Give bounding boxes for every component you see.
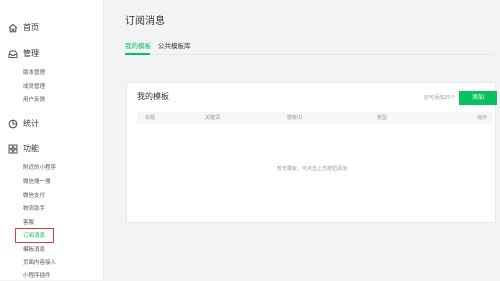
sidebar-item-version[interactable]: 版本管理 xyxy=(23,68,45,78)
templates-card: 我的模板 还可添加25个 添加 标题 关键词 模板ID 类型 操作 暂无模板，可… xyxy=(126,82,497,223)
tab-my-templates[interactable]: 我的模板 xyxy=(125,41,151,51)
sidebar-group-label: 管理 xyxy=(23,49,39,58)
home-icon xyxy=(7,22,18,33)
sidebar-item-stats[interactable]: 统计 xyxy=(0,117,103,131)
sidebar-item-pay[interactable]: 微信支付 xyxy=(23,191,45,201)
page-title: 订阅消息 xyxy=(125,16,165,27)
add-button[interactable]: 添加 xyxy=(459,91,497,105)
sidebar-group-label: 功能 xyxy=(23,144,39,153)
sidebar-item-members[interactable]: 成员管理 xyxy=(23,82,45,92)
sidebar: 首页 管理 版本管理 成员管理 用户反馈 统计 功能 附近的小程序 微信搜一搜 … xyxy=(0,0,104,280)
column-actions: 操作 xyxy=(477,115,488,121)
sidebar-item-logistics[interactable]: 物流助手 xyxy=(23,204,45,214)
sidebar-item-nearby[interactable]: 附近的小程序 xyxy=(23,163,56,173)
tab-public-library[interactable]: 公共模板库 xyxy=(158,41,191,51)
sidebar-item-template[interactable]: 模板消息 xyxy=(23,245,45,255)
sidebar-group-manage[interactable]: 管理 xyxy=(0,47,103,61)
sidebar-item-label: 统计 xyxy=(23,119,39,128)
table-header: 标题 关键词 模板ID 类型 操作 xyxy=(137,112,493,124)
sidebar-item-content[interactable]: 页面内容接入 xyxy=(23,258,56,268)
column-title: 标题 xyxy=(145,115,156,121)
sidebar-item-feedback[interactable]: 用户反馈 xyxy=(23,95,45,105)
card-title: 我的模板 xyxy=(137,92,169,101)
tab-divider xyxy=(125,54,495,55)
sidebar-item-subscribe[interactable]: 订阅消息 xyxy=(23,231,45,241)
column-template-id: 模板ID xyxy=(287,115,303,121)
column-type: 类型 xyxy=(377,115,388,121)
tab-active-underline xyxy=(125,53,150,55)
grid-icon xyxy=(7,143,18,154)
sidebar-item-label: 首页 xyxy=(23,23,39,32)
column-keywords: 关键词 xyxy=(205,115,221,121)
stats-icon xyxy=(7,118,18,129)
sidebar-item-service[interactable]: 客服 xyxy=(23,218,34,228)
inbox-icon xyxy=(7,48,18,59)
sidebar-item-search[interactable]: 微信搜一搜 xyxy=(23,177,51,187)
empty-state: 暂无模板，可点击上方按钮添加 xyxy=(276,166,347,172)
sidebar-group-features[interactable]: 功能 xyxy=(0,142,103,156)
sidebar-item-home[interactable]: 首页 xyxy=(0,21,103,35)
remaining-hint: 还可添加25个 xyxy=(424,95,456,101)
